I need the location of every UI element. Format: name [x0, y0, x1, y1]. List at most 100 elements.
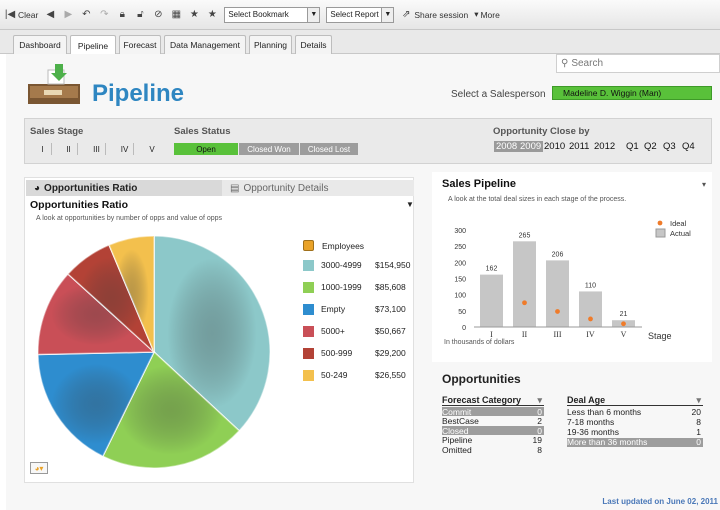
bar-data-label: 110 [585, 282, 596, 289]
deal-age-count: 20 [691, 406, 701, 417]
x-tick-label: V [621, 330, 627, 339]
bar-actual[interactable] [513, 241, 536, 327]
legend-item[interactable]: 1000-1999 $85,608 [303, 280, 406, 294]
chevron-down-icon: ▼ [307, 7, 320, 22]
deal-age-count: 1 [696, 426, 701, 437]
forecast-category-header: Forecast Category ▾ [442, 395, 544, 406]
quarter-item[interactable]: Q2 [644, 141, 657, 152]
data-icon[interactable]: ▦ [170, 9, 182, 21]
tab-pipeline[interactable]: Pipeline [70, 35, 116, 55]
legend-item[interactable]: 500-999 $29,200 [303, 346, 406, 360]
search-icon: ⚲ [561, 58, 569, 69]
clear-button[interactable]: |◀ Clear [4, 9, 38, 21]
status-closed-lost[interactable]: Closed Lost [300, 143, 358, 155]
bookmark-add-icon[interactable]: ★ [188, 9, 200, 21]
undo-icon[interactable]: ↶ [80, 9, 92, 21]
search-placeholder: Search [571, 58, 604, 69]
sales-pipeline-subtitle: A look at the total deal sizes in each s… [448, 196, 627, 203]
forecast-count: 0 [537, 425, 542, 436]
tab-opportunities-ratio[interactable]: ◕ Opportunities Ratio [26, 180, 222, 196]
year-item[interactable]: 2012 [594, 141, 615, 152]
bar-actual[interactable] [546, 260, 569, 327]
tab-data-management[interactable]: Data Management [164, 35, 246, 54]
bookmark-select[interactable]: Select Bookmark ▼ [224, 6, 321, 23]
pipeline-logo-icon [28, 64, 80, 104]
deal-age-row[interactable]: 7-18 months 8 [567, 417, 703, 427]
chevron-down-icon[interactable]: ▾ [537, 395, 542, 406]
legend-value: $29,200 [375, 348, 406, 358]
legend-actual-label: Actual [670, 229, 691, 238]
bar-actual[interactable] [579, 291, 602, 327]
legend-item[interactable]: 3000-4999 $154,950 [303, 258, 410, 272]
unlock-icon[interactable]: 🔓︎ [134, 9, 146, 21]
deal-age-row[interactable]: Less than 6 months 20 [567, 406, 703, 417]
legend-swatch [303, 347, 314, 359]
forward-icon[interactable]: ▶ [62, 9, 74, 21]
quarter-item[interactable]: Q1 [626, 141, 639, 152]
tab-forecast[interactable]: Forecast [119, 35, 161, 54]
year-item[interactable]: 2008 [494, 141, 520, 152]
x-axis-label: Stage [648, 331, 672, 341]
year-item[interactable]: 2010 [544, 141, 565, 152]
clear-selection-icon[interactable]: ⊘ [152, 9, 164, 21]
quarter-item[interactable]: Q3 [663, 141, 676, 152]
panel-heading: Opportunities Ratio [30, 199, 128, 211]
tab-opportunity-details[interactable]: ▤ Opportunity Details [222, 180, 414, 196]
bar-data-label: 162 [486, 266, 498, 273]
forecast-label: BestCase [442, 416, 479, 427]
status-open[interactable]: Open [174, 143, 238, 155]
more-button[interactable]: ▾ More [474, 9, 500, 20]
search-input[interactable]: ⚲ Search [556, 54, 720, 73]
stage-filter-item[interactable]: IV [116, 143, 134, 155]
chevron-down-icon[interactable]: ▾ [702, 180, 706, 189]
share-session-button[interactable]: ⇗ Share session [400, 9, 468, 21]
chevron-down-icon[interactable]: ▼ [406, 200, 414, 209]
deal-age-row[interactable]: 19-36 months 1 [567, 426, 703, 437]
bar-data-label: 206 [552, 251, 564, 258]
quarter-item[interactable]: Q4 [682, 141, 695, 152]
year-item[interactable]: 2011 [569, 141, 589, 152]
bar-data-label: 21 [620, 311, 628, 318]
deal-age-label: More than 36 months [567, 437, 648, 448]
lock-icon[interactable]: 🔒︎ [116, 9, 128, 21]
panel-subtitle: A look at opportunities by number of opp… [36, 215, 223, 222]
last-updated-text: Last updated on June 02, 2011 [602, 497, 718, 506]
tab-planning[interactable]: Planning [249, 35, 292, 54]
forecast-row[interactable]: Closed 0 [442, 425, 544, 436]
table-icon: ▤ [230, 182, 240, 194]
salesperson-select[interactable]: Madeline D. Wiggin (Man) [552, 86, 712, 100]
chevron-down-icon[interactable]: ▾ [696, 395, 701, 406]
forecast-row[interactable]: Commit 0 [442, 407, 544, 417]
stage-filter-item[interactable]: V [143, 143, 161, 155]
status-closed-won[interactable]: Closed Won [239, 143, 299, 155]
report-select[interactable]: Select Report ▼ [326, 6, 395, 23]
y-tick-label: 100 [454, 293, 466, 300]
y-tick-label: 200 [454, 260, 466, 267]
tab-bar: Dashboard Pipeline Forecast Data Managem… [0, 30, 720, 55]
legend-actual-swatch [655, 228, 666, 238]
deal-age-label: Deal Age [567, 395, 606, 405]
chart-type-toggle[interactable]: ◕▾ [30, 462, 48, 474]
tab-details[interactable]: Details [295, 35, 332, 54]
bar-actual[interactable] [480, 274, 503, 327]
legend-item[interactable]: 5000+ $50,667 [303, 324, 406, 338]
redo-icon[interactable]: ↷ [98, 9, 110, 21]
tab-dashboard[interactable]: Dashboard [13, 35, 67, 54]
stage-filter-item[interactable]: III [88, 143, 106, 155]
legend-item[interactable]: 50-249 $26,550 [303, 368, 406, 382]
stage-filter-item[interactable]: II [60, 143, 78, 155]
deal-age-row[interactable]: More than 36 months 0 [567, 437, 703, 448]
forecast-row[interactable]: BestCase 2 [442, 416, 544, 427]
legend-swatch [303, 259, 314, 271]
back-icon[interactable]: ◀ [44, 9, 56, 21]
bookmark-remove-icon[interactable]: ★ [206, 9, 218, 21]
deal-age-header: Deal Age ▾ [567, 395, 703, 406]
year-item[interactable]: 2009 [518, 141, 544, 152]
stage-filter-item[interactable]: I [34, 143, 52, 155]
legend-label: 50-249 [321, 370, 348, 380]
legend-item[interactable]: Empty $73,100 [303, 302, 406, 316]
forecast-row[interactable]: Pipeline 19 [442, 435, 544, 445]
forecast-row[interactable]: Omitted 8 [442, 445, 544, 455]
y-tick-label: 250 [454, 244, 466, 251]
toolbar: |◀ Clear ◀ ▶ ↶ ↷ 🔒︎ 🔓︎ ⊘ ▦ ★ ★ Select Bo… [0, 0, 720, 30]
